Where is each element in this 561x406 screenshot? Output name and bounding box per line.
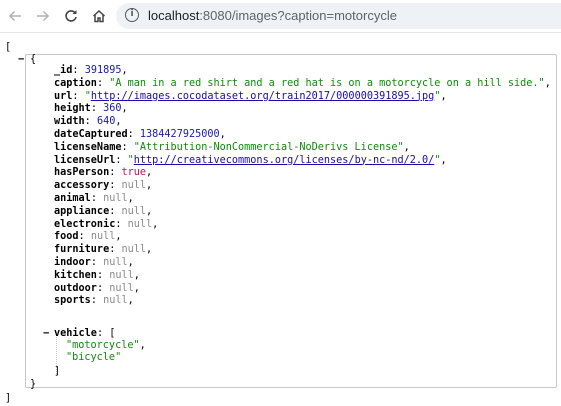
field-key: accessory [54,180,110,192]
vehicle-key: vehicle [54,328,97,339]
field-key: outdoor [54,282,97,294]
field-key: electronic [54,218,116,230]
arrow-right-icon[interactable] [36,8,50,24]
vehicle-item: "motorcycle", [66,340,146,351]
array-open-bracket: [ [5,42,12,53]
json-field-food: food: null, [54,231,122,243]
url-path: :8080/images?caption=motorcycle [199,8,397,23]
field-key: dateCaptured [54,129,128,140]
object-close-brace: } [30,379,37,390]
info-icon[interactable]: i [125,8,139,22]
json-field-outdoor: outdoor: null, [54,282,140,294]
field-key: url [54,90,73,102]
field-link[interactable]: http://images.cocodataset.org/train2017/… [91,91,434,102]
json-field-dateCaptured: dateCaptured: 1384427925000, [54,129,226,140]
field-value: null [121,180,147,192]
field-value: null [90,231,116,243]
field-key: hasPerson [54,167,110,179]
json-field-width: width: 640, [54,116,122,128]
field-value: null [127,218,153,230]
field-key: appliance [54,205,110,217]
field-value: "Attribution-NonCommercial-NoDerivs Lice… [133,141,404,153]
json-field-indoor: indoor: null, [54,257,134,268]
collapse-object-toggle[interactable]: − [18,54,24,65]
collapse-vehicle-toggle[interactable]: − [43,328,49,339]
json-field-licenseName: licenseName: "Attribution-NonCommercial-… [54,141,410,153]
json-viewer: [ − { _id: 391895, caption: "A man in a r… [0,36,561,404]
vehicle-open-bracket: [ [109,328,116,339]
reload-icon[interactable] [64,8,78,24]
field-value: 640 [96,116,116,128]
field-value: null [121,205,147,217]
field-key: indoor [54,257,91,268]
url-host: localhost [148,8,200,23]
field-key: animal [54,193,91,204]
field-value: null [109,269,134,281]
field-value: 360 [103,103,122,115]
json-field-furniture: furniture: null, [54,244,153,256]
field-value: null [103,257,128,268]
json-field-caption: caption: "A man in a red shirt and a red… [54,77,551,89]
json-field-licenseUrl: licenseUrl: "http://creativecommons.org/… [54,154,447,166]
field-key: licenseName [54,141,122,153]
field-key: height [54,103,91,115]
field-key: caption [54,77,97,89]
field-key: kitchen [54,269,97,281]
vehicle-row: vehicle: [ [54,328,116,339]
field-key: food [54,231,79,243]
json-field-accessory: accessory: null, [54,180,153,192]
json-field-kitchen: kitchen: null, [54,269,140,281]
array-close-bracket: ] [5,393,12,404]
field-link[interactable]: http://creativecommons.org/licenses/by-n… [134,155,435,166]
json-field-appliance: appliance: null, [54,205,153,217]
json-field-hasPerson: hasPerson: true, [54,167,153,179]
arrow-left-icon[interactable] [8,8,22,24]
field-value: null [103,193,128,204]
vehicle-close-bracket: ] [54,366,61,377]
field-value: true [121,167,147,179]
field-value: null [103,295,128,307]
json-field-electronic: electronic: null, [54,218,159,230]
json-field-animal: animal: null, [54,193,134,204]
json-field-url: url: "http://images.cocodataset.org/trai… [54,90,447,102]
home-icon[interactable] [92,8,106,24]
browser-toolbar: i localhost:8080/images?caption=motorcyc… [0,0,561,33]
field-key: _id [54,65,73,76]
field-key: furniture [54,244,110,256]
field-value: "A man in a red shirt and a red hat is o… [109,77,545,89]
field-value: null [109,282,134,294]
json-field-height: height: 360, [54,103,128,115]
url-text[interactable]: localhost:8080/images?caption=motorcycle [148,7,397,24]
json-field-sports: sports: null, [54,295,134,307]
field-value: 391895 [84,65,122,76]
vehicle-item: "bicycle" [66,352,122,363]
field-value: null [121,244,147,256]
object-open-brace: { [30,54,37,65]
field-value: 1384427925000 [139,129,220,140]
field-key: licenseUrl [54,154,116,166]
field-key: width [54,116,85,128]
json-field-id: _id: 391895, [54,65,128,76]
field-key: sports [54,295,91,307]
